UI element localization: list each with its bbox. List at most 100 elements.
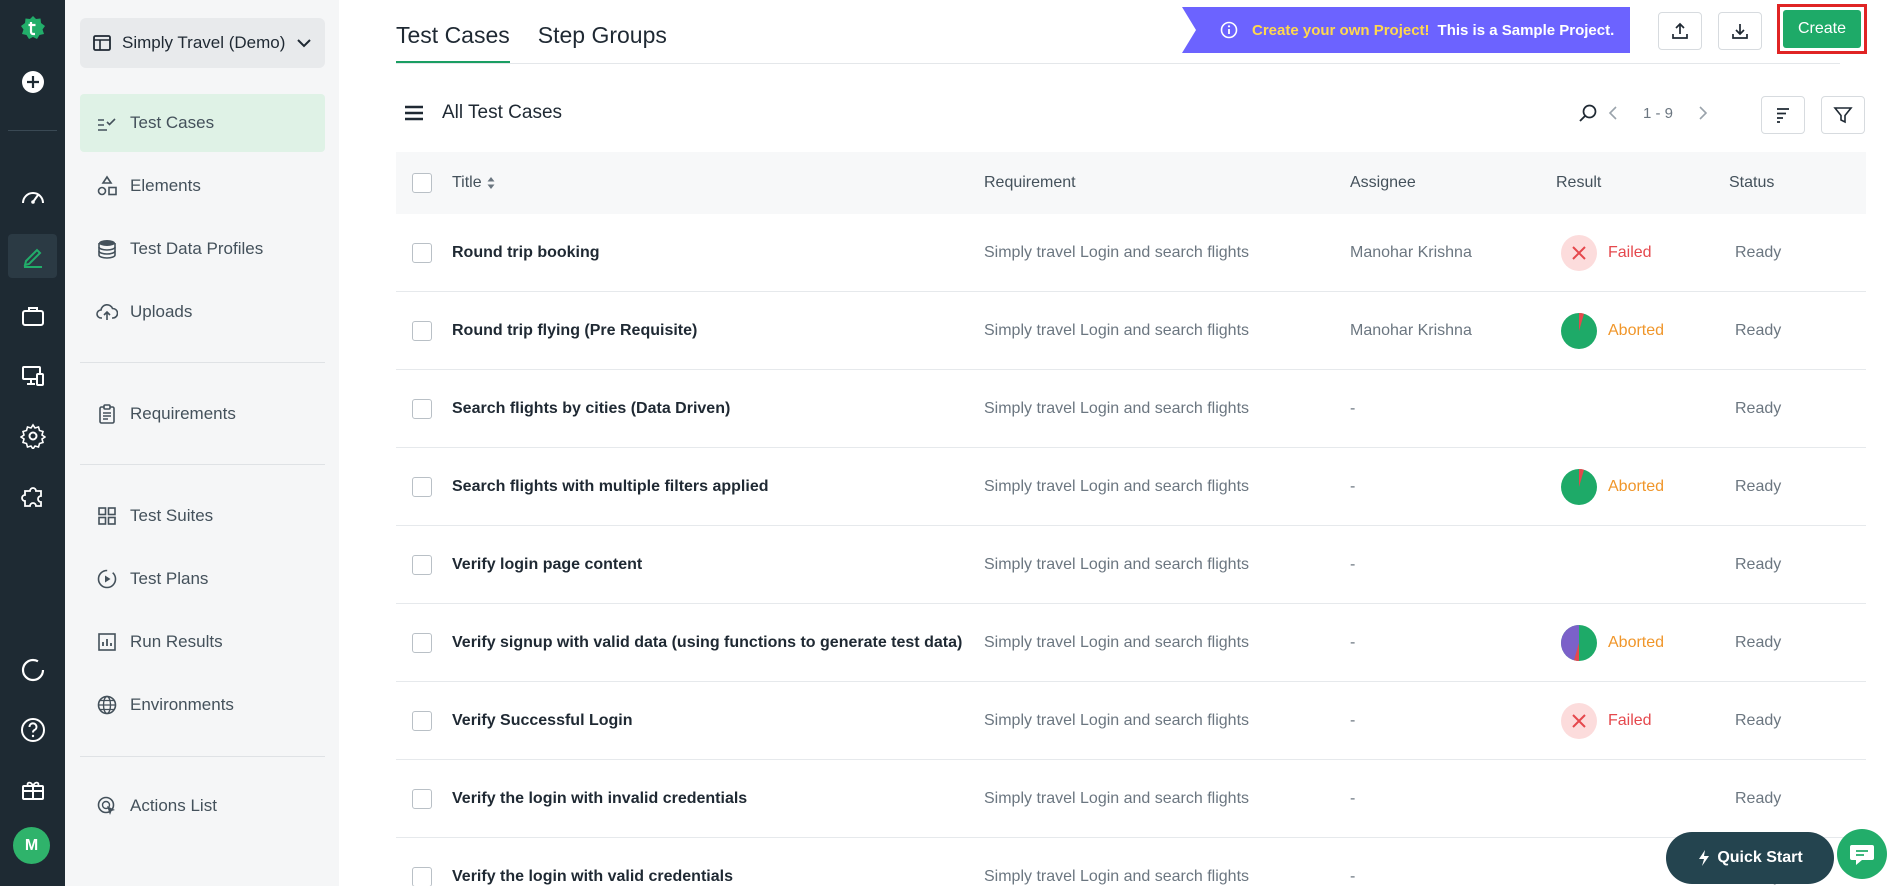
column-title[interactable]: Title: [452, 174, 982, 192]
sidebar-item-test-cases[interactable]: Test Cases: [80, 94, 325, 152]
table-row[interactable]: Verify the login with invalid credential…: [396, 760, 1866, 838]
addons-icon[interactable]: [8, 474, 57, 518]
test-case-title[interactable]: Verify the login with invalid credential…: [452, 790, 982, 808]
table-row[interactable]: Search flights with multiple filters app…: [396, 448, 1866, 526]
quick-start-button[interactable]: Quick Start: [1666, 832, 1834, 884]
chevron-left-icon[interactable]: [1606, 105, 1622, 121]
bar-chart-icon: [98, 633, 116, 651]
play-circle-icon: [97, 569, 117, 589]
sidebar-item-uploads[interactable]: Uploads: [80, 283, 325, 341]
row-checkbox[interactable]: [412, 866, 432, 886]
list-title: All Test Cases: [442, 102, 563, 123]
result-cell: Aborted: [1556, 624, 1729, 662]
test-case-title[interactable]: Verify the login with valid credentials: [452, 868, 982, 886]
help-icon[interactable]: [8, 708, 57, 752]
avatar[interactable]: M: [13, 827, 50, 864]
test-cases-icon: [98, 118, 116, 131]
import-button[interactable]: [1658, 12, 1702, 50]
select-all-checkbox[interactable]: [412, 173, 432, 193]
assignee-cell: Manohar Krishna: [1350, 243, 1472, 261]
test-case-title[interactable]: Verify Successful Login: [452, 712, 982, 730]
result-label: Aborted: [1608, 633, 1665, 651]
search-button[interactable]: [1572, 96, 1604, 130]
test-case-title[interactable]: Search flights by cities (Data Driven): [452, 400, 982, 418]
sidebar-item-test-suites[interactable]: Test Suites: [80, 487, 325, 545]
table-row[interactable]: Verify signup with valid data (using fun…: [396, 604, 1866, 682]
create-button[interactable]: Create: [1783, 10, 1861, 48]
gift-icon[interactable]: [8, 768, 57, 812]
chat-button[interactable]: [1837, 829, 1887, 879]
assignee-cell: -: [1350, 555, 1356, 573]
devices-icon[interactable]: [8, 354, 57, 398]
table-row[interactable]: Verify login page content Simply travel L…: [396, 526, 1866, 604]
row-checkbox[interactable]: [412, 554, 432, 575]
table-row[interactable]: Round trip flying (Pre Requisite) Simply …: [396, 292, 1866, 370]
sidebar-item-run-results[interactable]: Run Results: [80, 613, 325, 671]
app-rail: M: [0, 0, 65, 886]
dashboard-icon[interactable]: [8, 176, 57, 220]
settings-icon[interactable]: [8, 414, 57, 458]
assignee-cell: -: [1350, 633, 1356, 651]
status-cell: Ready: [1735, 321, 1782, 339]
sidebar-item-label: Test Plans: [130, 569, 209, 588]
test-cases-table: Title Requirement Assignee Result Status…: [396, 152, 1866, 886]
test-development-icon[interactable]: [8, 234, 57, 278]
sidebar-item-test-data-profiles[interactable]: Test Data Profiles: [80, 220, 325, 278]
table-row[interactable]: Search flights by cities (Data Driven) Si…: [396, 370, 1866, 448]
tab-test-cases[interactable]: Test Cases: [396, 0, 510, 64]
assignee-cell: -: [1350, 711, 1356, 729]
sidebar-item-elements[interactable]: Elements: [80, 157, 325, 215]
test-case-title[interactable]: Search flights with multiple filters app…: [452, 478, 982, 496]
sidebar-item-requirements[interactable]: Requirements: [80, 385, 325, 443]
tab-step-groups[interactable]: Step Groups: [538, 0, 667, 64]
filter-button[interactable]: [1821, 96, 1865, 134]
test-case-title[interactable]: Round trip booking: [452, 244, 982, 262]
sample-project-banner[interactable]: Create your own Project! This is a Sampl…: [1182, 7, 1630, 53]
project-selector[interactable]: Simply Travel (Demo): [80, 18, 325, 68]
result-label: Aborted: [1608, 477, 1665, 495]
actions-icon: [97, 796, 115, 815]
globe-icon: [97, 695, 117, 715]
assignee-cell: -: [1350, 789, 1356, 807]
table-row[interactable]: Round trip booking Simply travel Login an…: [396, 214, 1866, 292]
add-icon[interactable]: [8, 60, 57, 104]
row-checkbox[interactable]: [412, 476, 432, 497]
database-icon: [98, 240, 116, 259]
page-tabs: Test Cases Step Groups: [396, 0, 667, 64]
clipboard-icon: [99, 404, 115, 424]
row-checkbox[interactable]: [412, 320, 432, 341]
sidebar-item-environments[interactable]: Environments: [80, 676, 325, 734]
page-range: 1 - 9: [1642, 104, 1673, 122]
table-row[interactable]: Verify Successful Login Simply travel Log…: [396, 682, 1866, 760]
sidebar-item-test-plans[interactable]: Test Plans: [80, 550, 325, 608]
sort-button[interactable]: [1761, 96, 1805, 134]
result-cell: Failed: [1556, 702, 1729, 740]
menu-icon[interactable]: [404, 104, 424, 122]
logo-icon[interactable]: [8, 6, 57, 50]
test-case-title[interactable]: Verify login page content: [452, 556, 982, 574]
row-checkbox[interactable]: [412, 242, 432, 263]
row-checkbox[interactable]: [412, 398, 432, 419]
export-button[interactable]: [1718, 12, 1762, 50]
loading-icon[interactable]: [8, 648, 57, 692]
search-icon: [1579, 104, 1597, 122]
project-sidebar: Simply Travel (Demo) Test Cases Elements…: [65, 0, 339, 886]
row-checkbox[interactable]: [412, 788, 432, 809]
test-case-title[interactable]: Round trip flying (Pre Requisite): [452, 322, 982, 340]
sort-icon: [1777, 108, 1789, 123]
test-case-title[interactable]: Verify signup with valid data (using fun…: [452, 634, 982, 652]
sidebar-item-label: Uploads: [130, 302, 193, 321]
chevron-right-icon[interactable]: [1694, 105, 1710, 121]
sidebar-item-actions-list[interactable]: Actions List: [80, 777, 325, 835]
sidebar-item-label: Test Data Profiles: [130, 239, 264, 258]
pie-passed-failed-icon: [1561, 468, 1597, 505]
failed-icon: [1561, 234, 1597, 271]
column-assignee: Assignee: [1350, 174, 1416, 191]
table-row[interactable]: Verify the login with valid credentials S…: [396, 838, 1866, 886]
requirement-cell: Simply travel Login and search flights: [984, 867, 1250, 885]
row-checkbox[interactable]: [412, 710, 432, 731]
row-checkbox[interactable]: [412, 632, 432, 653]
briefcase-icon[interactable]: [8, 294, 57, 338]
chevron-down-icon: [297, 39, 311, 48]
sidebar-item-label: Elements: [130, 176, 201, 195]
